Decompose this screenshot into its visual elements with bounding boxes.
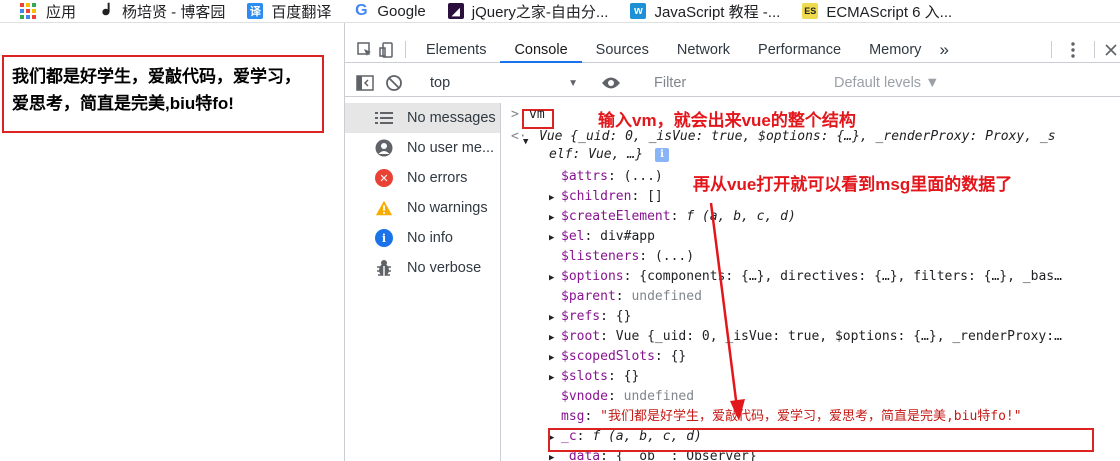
list-icon: [375, 109, 393, 127]
bookmark-label: 应用: [46, 3, 77, 21]
sidebar-item-label: No verbose: [407, 260, 482, 276]
bookmark-apps[interactable]: 应用: [0, 0, 76, 23]
sidebar-item-label: No messages: [407, 110, 496, 126]
es-icon: ES: [802, 3, 819, 19]
context-value: top: [430, 75, 451, 91]
tab-performance[interactable]: Performance: [744, 37, 855, 62]
tab-memory[interactable]: Memory: [855, 37, 935, 62]
devtools-panel: Elements Console Sources Network Perform…: [344, 23, 1120, 461]
tabbar-divider: [405, 41, 406, 58]
apps-grid-icon: [20, 3, 36, 19]
console-sidebar: No messages No user me... ✕ No errors No…: [345, 103, 501, 461]
sidebar-item-warnings[interactable]: No warnings: [345, 193, 500, 223]
jquery-icon: ◢: [447, 3, 464, 19]
sidebar-item-errors[interactable]: ✕ No errors: [345, 163, 500, 193]
live-expression-eye-icon[interactable]: [595, 76, 627, 90]
user-icon: [375, 139, 393, 157]
tabbar-divider: [1094, 41, 1095, 58]
console-toolbar: top ▼ Filter Default levels ▼: [345, 70, 1120, 97]
close-icon[interactable]: [1101, 37, 1120, 62]
tab-network[interactable]: Network: [663, 37, 744, 62]
sidebar-item-label: No info: [407, 230, 453, 246]
w3-icon: w: [630, 3, 647, 19]
error-icon: ✕: [375, 169, 393, 187]
google-icon: G: [355, 2, 368, 19]
bookmark-google[interactable]: G Google: [353, 0, 426, 23]
page-message-box: 我们都是好学生，爱敲代码，爱学习，爱思考，简直是完美,biu特fo!: [2, 55, 324, 133]
kebab-menu-icon[interactable]: [1058, 37, 1088, 62]
tab-sources[interactable]: Sources: [582, 37, 663, 62]
page-message-text: 我们都是好学生，爱敲代码，爱学习，爱思考，简直是完美,biu特fo!: [12, 67, 301, 113]
sidebar-item-user-messages[interactable]: No user me...: [345, 133, 500, 163]
bookmark-label: 百度翻译: [271, 3, 332, 21]
bookmark-baidu-translate[interactable]: 译 百度翻译: [247, 0, 331, 23]
dropdown-triangle-icon: ▼: [568, 77, 578, 89]
tabbar-divider: [1051, 41, 1052, 58]
sidebar-item-label: No user me...: [407, 140, 495, 156]
bookmark-label: JavaScript 教程 -...: [654, 3, 781, 21]
bookmark-label: jQuery之家-自由分...: [471, 3, 609, 21]
default-levels-dropdown[interactable]: Default levels ▼: [834, 75, 939, 91]
more-tabs-button[interactable]: »: [935, 37, 952, 62]
context-select[interactable]: top ▼: [422, 72, 582, 94]
bookmark-label: ECMAScript 6 入...: [826, 3, 953, 21]
bookmark-label: Google: [377, 2, 426, 20]
sidebar-item-info[interactable]: i No info: [345, 223, 500, 253]
bookmarks-bar: 应用 ᖱ 杨培贤 - 博客园 译 百度翻译 G Google ◢ jQuery之…: [0, 0, 1120, 23]
baidu-translate-icon: 译: [247, 3, 264, 19]
tab-console[interactable]: Console: [500, 37, 582, 63]
bug-icon: [375, 259, 393, 277]
bookmark-javascript[interactable]: w JavaScript 教程 -...: [630, 0, 780, 23]
console-output[interactable]: > vm <· ▼ Vue {_uid: 0, _isVue: true, $o…: [503, 103, 1120, 461]
sidebar-item-label: No errors: [407, 170, 468, 186]
sidebar-item-messages[interactable]: No messages: [345, 103, 500, 133]
red-arrow-icon: [709, 202, 745, 421]
bookmark-cnblogs[interactable]: ᖱ 杨培贤 - 博客园: [98, 0, 225, 23]
clear-console-icon[interactable]: [379, 74, 409, 92]
warning-icon: [375, 199, 393, 217]
devtools-tabbar: Elements Console Sources Network Perform…: [345, 37, 1120, 63]
bookmark-label: 杨培贤 - 博客园: [122, 3, 226, 21]
bookmark-jquery[interactable]: ◢ jQuery之家-自由分...: [447, 0, 609, 23]
filter-placeholder: Filter: [654, 75, 687, 91]
cnblogs-icon: ᖱ: [101, 2, 111, 19]
tab-elements[interactable]: Elements: [412, 37, 500, 62]
sidebar-item-label: No warnings: [407, 200, 488, 216]
info-icon: i: [375, 229, 393, 247]
page-viewport: 我们都是好学生，爱敲代码，爱学习，爱思考，简直是完美,biu特fo!: [0, 23, 344, 461]
device-toolbar-icon[interactable]: [375, 37, 399, 62]
sidebar-item-verbose[interactable]: No verbose: [345, 253, 500, 283]
bookmark-ecmascript[interactable]: ES ECMAScript 6 入...: [802, 0, 952, 23]
filter-input[interactable]: Filter: [648, 72, 828, 94]
